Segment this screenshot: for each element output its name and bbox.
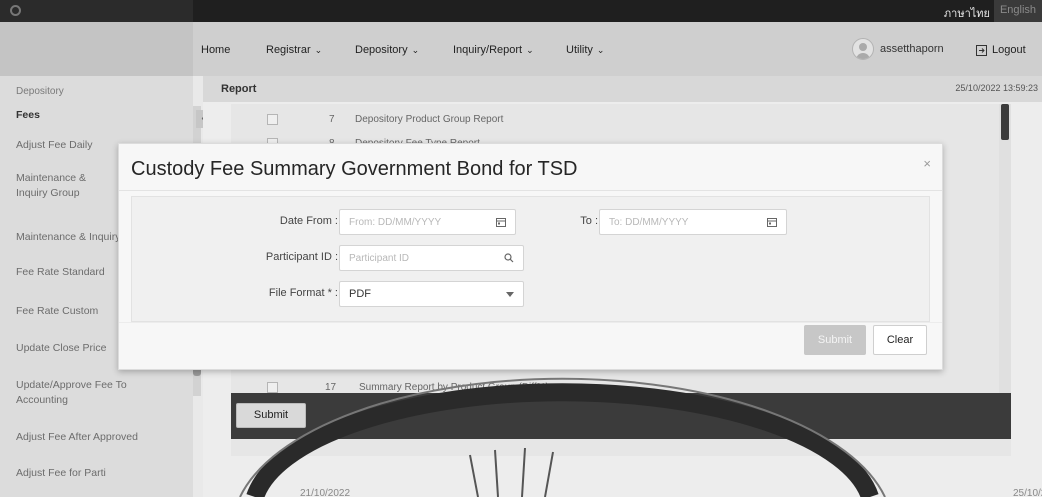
submit-button[interactable]: Submit bbox=[804, 325, 866, 355]
calendar-icon[interactable] bbox=[496, 217, 506, 227]
participant-id-placeholder: Participant ID bbox=[349, 252, 410, 264]
file-format-select[interactable]: PDF bbox=[339, 281, 524, 307]
report-form: Date From : From: DD/MM/YYYY To : To: DD… bbox=[131, 196, 930, 322]
search-icon[interactable] bbox=[504, 253, 514, 263]
close-icon[interactable]: × bbox=[923, 156, 931, 171]
date-to-label: To : bbox=[580, 215, 598, 227]
bottom-date-left: 21/10/2022 bbox=[300, 488, 351, 497]
participant-id-label: Participant ID : bbox=[265, 251, 338, 263]
dialog-divider bbox=[119, 190, 942, 191]
clear-button[interactable]: Clear bbox=[873, 325, 927, 355]
dialog-title: Custody Fee Summary Government Bond for … bbox=[131, 158, 578, 180]
calendar-icon[interactable] bbox=[767, 217, 777, 227]
date-from-input[interactable]: From: DD/MM/YYYY bbox=[339, 209, 516, 235]
date-to-placeholder: To: DD/MM/YYYY bbox=[609, 216, 689, 228]
bottom-date-right: 25/10/2 bbox=[1013, 488, 1042, 497]
date-from-placeholder: From: DD/MM/YYYY bbox=[349, 216, 442, 228]
file-format-value: PDF bbox=[349, 288, 371, 300]
participant-id-input[interactable]: Participant ID bbox=[339, 245, 524, 271]
file-format-label: File Format * : bbox=[268, 287, 338, 299]
date-from-label: Date From : bbox=[279, 215, 338, 227]
report-dialog: Custody Fee Summary Government Bond for … bbox=[118, 143, 943, 370]
caret-down-icon bbox=[506, 291, 514, 297]
date-to-input[interactable]: To: DD/MM/YYYY bbox=[599, 209, 787, 235]
dialog-footer-divider bbox=[119, 322, 942, 323]
